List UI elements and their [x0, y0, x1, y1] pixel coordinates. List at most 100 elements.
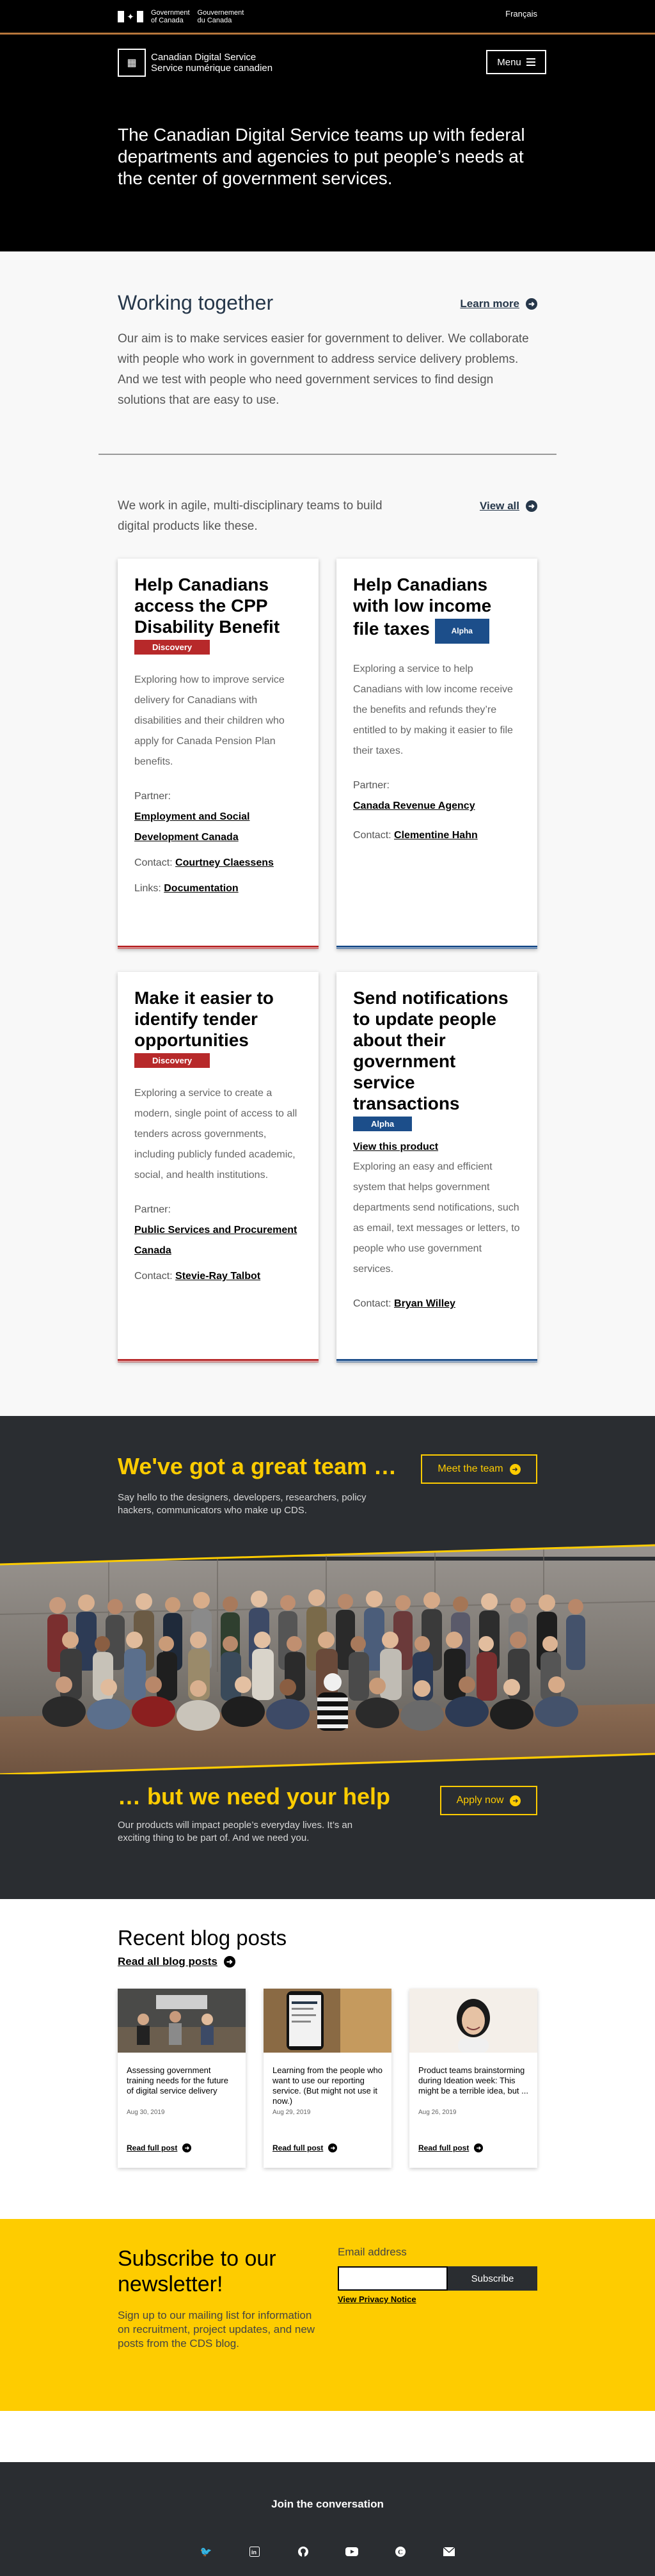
- footer: Join the conversation 🐦 in C: [0, 2462, 655, 2576]
- twitter-icon[interactable]: 🐦: [200, 2545, 212, 2558]
- svg-text:in: in: [251, 2549, 256, 2556]
- read-full-post-link[interactable]: Read full post ➜: [127, 2143, 192, 2152]
- arrow-right-icon: ➜: [328, 2143, 338, 2152]
- team-photo: [0, 1544, 655, 1774]
- blog-post-thumbnail: [409, 1989, 537, 2053]
- linkedin-icon[interactable]: in: [248, 2545, 261, 2558]
- product-card-title[interactable]: Make it easier to identify tender opport…: [134, 987, 302, 1051]
- arrow-right-icon: ➜: [223, 1956, 235, 1968]
- product-card[interactable]: Help Canadians with low income file taxe…: [336, 559, 537, 949]
- government-bar: ✦ Government of Canada Gouvernement du C…: [0, 0, 655, 35]
- team-subtitle: Say hello to the designers, developers, …: [118, 1492, 367, 1516]
- blog-post-date: Aug 26, 2019: [418, 2109, 457, 2116]
- documentation-link[interactable]: Documentation: [164, 883, 238, 894]
- product-card[interactable]: Send notifications to update people abou…: [336, 972, 537, 1362]
- team-photo-image: [0, 1544, 655, 1774]
- blog-section: Recent blog posts Read all blog posts ➜ …: [0, 1899, 655, 2219]
- team-title: We've got a great team …: [118, 1453, 397, 1479]
- canada-flag-icon: ✦: [118, 11, 143, 22]
- status-badge: Discovery: [134, 1053, 210, 1068]
- privacy-notice-link[interactable]: View Privacy Notice: [338, 2294, 416, 2304]
- email-label: Email address: [338, 2246, 407, 2258]
- partner-link[interactable]: Employment and Social Development Canada: [134, 811, 249, 843]
- svg-text:C: C: [398, 2548, 403, 2556]
- gov-name-fr: Gouvernement du Canada: [197, 9, 244, 24]
- contact-link[interactable]: Courtney Claessens: [175, 857, 274, 868]
- blog-icon[interactable]: C: [394, 2545, 407, 2558]
- learn-more-link[interactable]: Learn more ➜: [460, 298, 537, 310]
- product-card-title[interactable]: Help Canadians access the CPP Disability…: [134, 574, 302, 637]
- join-conversation-heading: Join the conversation: [271, 2498, 384, 2510]
- social-links: 🐦 in C: [0, 2545, 655, 2558]
- status-badge: Alpha: [434, 619, 489, 644]
- read-full-post-link[interactable]: Read full post ➜: [418, 2143, 484, 2152]
- arrow-right-icon: ➜: [474, 2143, 484, 2152]
- product-card[interactable]: Make it easier to identify tender opport…: [118, 972, 319, 1362]
- blog-title: Recent blog posts: [118, 1926, 287, 1950]
- hamburger-icon: [526, 58, 535, 66]
- youtube-icon[interactable]: [345, 2545, 358, 2558]
- status-badge: Alpha: [353, 1117, 413, 1131]
- blog-post-title[interactable]: Product teams brainstorming during Ideat…: [409, 2053, 537, 2106]
- product-card-partner: Partner: Public Services and Procurement…: [134, 1204, 297, 1256]
- product-card-description: Exploring a service to create a modern, …: [134, 1088, 297, 1181]
- product-card-partner: Partner: Employment and Social Developme…: [134, 791, 250, 843]
- product-card-contact: Contact: Clementine Hahn: [353, 830, 478, 841]
- contact-link[interactable]: Bryan Willey: [394, 1298, 455, 1309]
- government-of-canada-logo[interactable]: ✦ Government of Canada Gouvernement du C…: [118, 9, 244, 24]
- product-card[interactable]: Help Canadians access the CPP Disability…: [118, 559, 319, 949]
- product-card-description: Exploring a service to help Canadians wi…: [353, 664, 513, 756]
- logo-line-fr: Service numérique canadien: [151, 63, 273, 74]
- email-icon[interactable]: [443, 2545, 455, 2558]
- cds-mark-icon: ▦: [118, 49, 146, 77]
- view-all-products-link[interactable]: View all ➜: [480, 500, 537, 513]
- product-card-partner: Partner: Canada Revenue Agency: [353, 780, 475, 811]
- hero-heading: The Canadian Digital Service teams up wi…: [118, 125, 525, 188]
- product-card-links: Links: Documentation: [134, 883, 239, 894]
- products-section: We work in agile, multi-disciplinary tea…: [0, 456, 655, 1416]
- blog-post-title[interactable]: Assessing government training needs for …: [118, 2053, 246, 2106]
- blog-post-card[interactable]: Product teams brainstorming during Ideat…: [409, 1989, 537, 2168]
- arrow-right-icon: ➜: [182, 2143, 192, 2152]
- page-spacer: [0, 2411, 655, 2462]
- email-field[interactable]: [338, 2266, 448, 2291]
- product-card-contact: Contact: Courtney Claessens: [134, 857, 274, 868]
- newsletter-title: Subscribe to our newsletter!: [118, 2246, 276, 2296]
- arrow-right-icon: ➜: [509, 1463, 521, 1475]
- read-all-blog-posts-link[interactable]: Read all blog posts ➜: [118, 1955, 235, 1968]
- arrow-right-icon: ➜: [510, 1795, 521, 1806]
- blog-post-card[interactable]: Assessing government training needs for …: [118, 1989, 246, 2168]
- blog-post-card[interactable]: Learning from the people who want to use…: [264, 1989, 391, 2168]
- contact-link[interactable]: Stevie-Ray Talbot: [175, 1271, 260, 1282]
- working-together-section: Working together Learn more ➜ Our aim is…: [0, 251, 655, 456]
- gov-name-en: Government of Canada: [151, 9, 190, 24]
- status-badge: Discovery: [134, 640, 210, 655]
- products-intro: We work in agile, multi-disciplinary tea…: [118, 499, 383, 533]
- card-accent-rule: [336, 946, 537, 949]
- view-product-link[interactable]: View this product: [353, 1141, 521, 1153]
- partner-link[interactable]: Public Services and Procurement Canada: [134, 1225, 297, 1256]
- blog-post-title[interactable]: Learning from the people who want to use…: [264, 2053, 391, 2106]
- product-card-title[interactable]: Send notifications to update people abou…: [353, 987, 521, 1114]
- logo-line-en: Canadian Digital Service: [151, 52, 256, 63]
- cds-logo[interactable]: ▦ Canadian Digital Service Service numér…: [118, 49, 272, 77]
- card-accent-rule: [118, 1359, 319, 1362]
- apply-now-button[interactable]: Apply now ➜: [440, 1786, 537, 1815]
- github-icon[interactable]: [297, 2545, 310, 2558]
- newsletter-section: Subscribe to our newsletter! Sign up to …: [0, 2219, 655, 2411]
- hero-section: ▦ Canadian Digital Service Service numér…: [0, 35, 655, 251]
- partner-link[interactable]: Canada Revenue Agency: [353, 800, 475, 811]
- menu-label: Menu: [497, 56, 521, 68]
- newsletter-subtitle: Sign up to our mailing list for informat…: [118, 2309, 315, 2349]
- read-full-post-link[interactable]: Read full post ➜: [272, 2143, 338, 2152]
- product-card-title[interactable]: Help Canadians with low income file taxe…: [353, 574, 521, 644]
- contact-link[interactable]: Clementine Hahn: [394, 830, 478, 841]
- striped-costume: [317, 1692, 348, 1731]
- help-title: … but we need your help: [118, 1783, 391, 1809]
- meet-the-team-button[interactable]: Meet the team ➜: [421, 1454, 537, 1484]
- subscribe-button[interactable]: Subscribe: [448, 2266, 537, 2291]
- language-toggle-link[interactable]: Français: [505, 9, 537, 19]
- menu-button[interactable]: Menu: [486, 50, 546, 74]
- blog-post-date: Aug 29, 2019: [272, 2109, 311, 2116]
- blog-post-thumbnail: [118, 1989, 246, 2053]
